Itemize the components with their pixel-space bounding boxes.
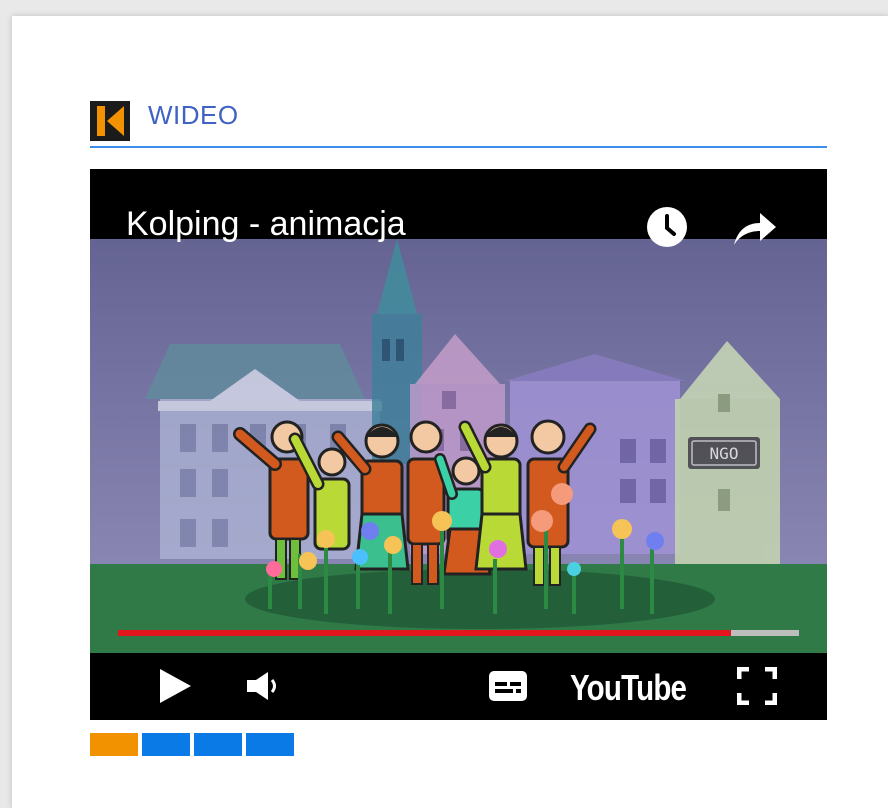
watch-later-icon[interactable] [646, 206, 688, 248]
youtube-player[interactable]: NGO Kolping - animacja YouTube [90, 169, 827, 720]
share-icon[interactable] [730, 209, 778, 247]
video-frame[interactable]: NGO [90, 169, 827, 720]
video-title[interactable]: Kolping - animacja [126, 205, 406, 244]
carousel-tab-4[interactable] [246, 733, 294, 756]
people-group [233, 419, 597, 586]
volume-icon[interactable] [246, 670, 280, 702]
progress-played [118, 630, 731, 636]
carousel-tab-1[interactable] [90, 733, 138, 756]
progress-bar[interactable] [118, 630, 799, 636]
widget-header: WIDEO [90, 94, 827, 148]
player-controls-bar: YouTube [90, 653, 827, 720]
carousel-tab-3[interactable] [194, 733, 242, 756]
widget-title: WIDEO [148, 100, 239, 130]
fullscreen-icon[interactable] [737, 667, 777, 705]
kolping-logo-icon [90, 101, 130, 141]
youtube-logo[interactable]: YouTube [570, 667, 687, 709]
carousel-tab-2[interactable] [142, 733, 190, 756]
ngo-sign-text: NGO [710, 444, 739, 463]
play-icon[interactable] [158, 668, 192, 704]
subtitles-icon[interactable] [488, 670, 528, 702]
